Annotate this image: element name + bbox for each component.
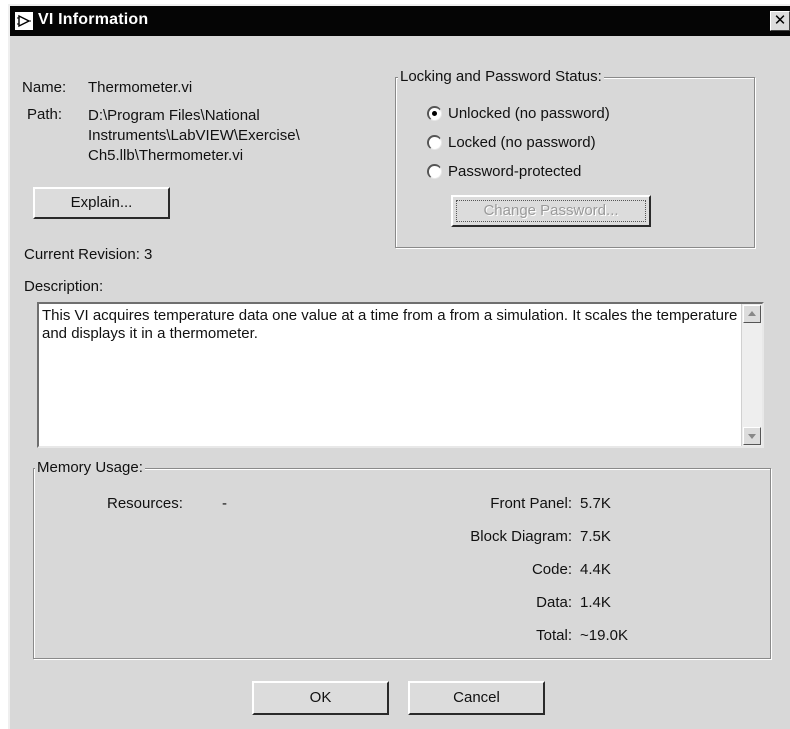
memory-label: Data: xyxy=(536,594,572,611)
vi-information-dialog: VI Information ✕ Name: Thermometer.vi Pa… xyxy=(8,4,790,729)
ok-button[interactable]: OK xyxy=(252,681,389,715)
title-bar[interactable]: VI Information ✕ xyxy=(10,6,790,36)
locking-status-title: Locking and Password Status: xyxy=(398,68,604,85)
resources-label: Resources: xyxy=(107,495,183,512)
radio-password-protected[interactable]: Password-protected xyxy=(427,161,581,181)
radio-unlocked[interactable]: Unlocked (no password) xyxy=(427,103,610,123)
description-textarea[interactable]: This VI acquires temperature data one va… xyxy=(37,302,764,448)
description-label: Description: xyxy=(24,278,104,295)
name-value: Thermometer.vi xyxy=(88,79,193,96)
radio-label: Password-protected xyxy=(448,162,582,180)
radio-label: Unlocked (no password) xyxy=(448,104,610,122)
memory-value: ~19.0K xyxy=(580,627,628,644)
memory-label: Front Panel: xyxy=(490,495,572,512)
radio-button-checked[interactable] xyxy=(427,105,442,121)
cancel-button[interactable]: Cancel xyxy=(408,681,545,715)
name-label: Name: xyxy=(22,79,67,96)
memory-label: Code: xyxy=(531,561,572,578)
current-revision: Current Revision: 3 xyxy=(24,246,153,263)
explain-button[interactable]: Explain... xyxy=(33,187,170,219)
path-line: Instruments\LabVIEW\Exercise\ xyxy=(88,127,300,144)
memory-value: 7.5K xyxy=(580,528,611,545)
scroll-up-arrow-icon[interactable] xyxy=(743,305,761,323)
memory-usage-title: Memory Usage: xyxy=(35,459,145,476)
memory-label: Block Diagram: xyxy=(470,528,572,545)
close-icon[interactable]: ✕ xyxy=(770,11,790,31)
scroll-down-arrow-icon[interactable] xyxy=(743,427,761,445)
resources-value: - xyxy=(222,495,227,512)
radio-locked[interactable]: Locked (no password) xyxy=(427,132,596,152)
description-scrollbar[interactable] xyxy=(741,304,762,446)
memory-value: 5.7K xyxy=(580,495,611,512)
radio-button[interactable] xyxy=(427,134,442,150)
path-value: D:\Program Files\National Instruments\La… xyxy=(88,106,300,166)
path-line: Ch5.llb\Thermometer.vi xyxy=(88,147,244,164)
focus-rect xyxy=(456,200,646,222)
change-password-button[interactable]: Change Password... xyxy=(451,195,651,227)
memory-label: Total: xyxy=(536,627,572,644)
description-text: This VI acquires temperature data one va… xyxy=(42,307,738,342)
labview-vi-icon xyxy=(15,12,33,30)
path-line: D:\Program Files\National xyxy=(88,107,260,124)
radio-label: Locked (no password) xyxy=(448,133,596,151)
path-label: Path: xyxy=(27,106,63,123)
window-title: VI Information xyxy=(38,11,149,28)
radio-button[interactable] xyxy=(427,163,442,179)
memory-value: 4.4K xyxy=(580,561,611,578)
memory-value: 1.4K xyxy=(580,594,611,611)
